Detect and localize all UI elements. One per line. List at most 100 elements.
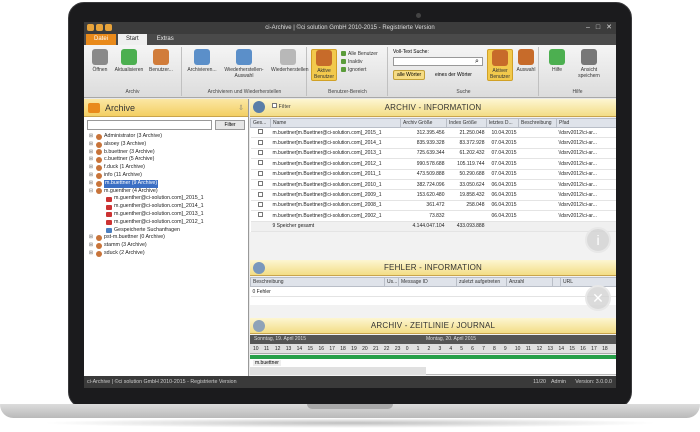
filter-inactive[interactable]: Inaktiv <box>341 58 378 66</box>
filter-checkbox[interactable] <box>272 103 277 108</box>
quick-access-toolbar[interactable] <box>87 24 112 31</box>
restore-selection-button[interactable]: Wiederherstellen-Auswahl <box>221 49 267 79</box>
row-checkbox[interactable] <box>258 160 263 166</box>
tree-user-node[interactable]: ⊞ c.buettner (5 Archive) <box>84 156 248 164</box>
expand-toggle-icon[interactable]: ⊞ <box>88 242 94 250</box>
row-checkbox[interactable] <box>258 201 263 207</box>
table-row[interactable]: m.buettner[m.Buettner@ci-solution.com]_2… <box>250 200 616 212</box>
expand-toggle-icon[interactable]: ⊞ <box>88 250 94 258</box>
tree-user-node[interactable]: ⊞ alsoey (3 Archive) <box>84 141 248 149</box>
tree-archive-node[interactable]: m.guenther@ci-solution.com]_2014_1 <box>84 203 248 211</box>
close-button[interactable]: ✕ <box>606 23 612 33</box>
expand-toggle-icon[interactable]: ⊞ <box>88 156 94 164</box>
active-user-button[interactable]: Aktiver Benutzer <box>487 49 513 81</box>
column-header[interactable]: letztes D... <box>486 118 519 128</box>
filter-toggle[interactable]: Filter <box>272 102 291 112</box>
open-button[interactable]: Öffnen <box>87 49 113 73</box>
row-checkbox[interactable] <box>258 139 263 145</box>
selection-button[interactable]: Auswahl <box>513 49 539 73</box>
expand-toggle-icon[interactable]: ⊟ <box>88 188 94 196</box>
undo-icon[interactable] <box>105 24 112 31</box>
row-checkbox[interactable] <box>258 181 263 187</box>
row-checkbox[interactable] <box>258 212 263 218</box>
table-row[interactable]: m.buettner[m.Buettner@ci-solution.com]_2… <box>250 179 616 191</box>
table-row[interactable]: m.buettner[m.Buettner@ci-solution.com]_2… <box>250 148 616 160</box>
tree-user-node[interactable]: ⊟ m.guenther (4 Archive) <box>84 188 248 196</box>
minimize-button[interactable]: – <box>586 23 590 33</box>
maximize-button[interactable]: □ <box>596 23 600 33</box>
timeline-row[interactable]: m.buettner <box>250 359 616 375</box>
column-header[interactable]: Beschreibung <box>518 118 557 128</box>
row-checkbox[interactable] <box>258 170 263 176</box>
tree-archive-node[interactable]: m.guenther@ci-solution.com]_2012_1 <box>84 219 248 227</box>
table-row[interactable]: m.buettner[m.Buettner@ci-solution.com]_2… <box>250 127 616 139</box>
chip-one-word[interactable]: eines der Wörter <box>431 70 476 80</box>
tree-user-node[interactable]: ⊞ stamm (3 Archive) <box>84 242 248 250</box>
tree-saved-search-node[interactable]: Gespeicherte Suchanfragen <box>84 227 248 235</box>
tree-user-node[interactable]: ⊞ Administrator (3 Archive) <box>84 133 248 141</box>
tree-user-node[interactable]: ⊞ info (11 Archive) <box>84 172 248 180</box>
save-view-button[interactable]: Ansicht speichern <box>572 49 606 79</box>
column-header[interactable]: Pfad <box>556 118 616 128</box>
tree-user-node[interactable]: ⊞ b.buettner (3 Archive) <box>84 149 248 157</box>
refresh-button[interactable]: Aktualisieren <box>114 49 144 73</box>
save-icon[interactable] <box>96 24 103 31</box>
table-row[interactable]: m.buettner[m.Buettner@ci-solution.com]_2… <box>250 158 616 170</box>
column-header[interactable]: Name <box>270 118 401 128</box>
tree-archive-node[interactable]: m.guenther@ci-solution.com]_2015_1 <box>84 195 248 203</box>
filter-ignored[interactable]: Ignoriert <box>341 66 378 74</box>
row-checkbox-cell[interactable] <box>250 127 271 139</box>
column-header[interactable]: Beschreibung <box>250 277 385 287</box>
tree-user-node[interactable]: ⊞ pst-m.buettner (0 Archive) <box>84 234 248 242</box>
active-users-button[interactable]: Aktive Benutzer <box>311 49 337 81</box>
column-header[interactable]: Anzahl <box>506 277 553 287</box>
row-checkbox[interactable] <box>258 149 263 155</box>
tab-datei[interactable]: Datei <box>86 34 117 45</box>
column-header[interactable]: Message ID <box>398 277 457 287</box>
restore-button[interactable]: Wiederherstellen <box>271 49 309 73</box>
expand-toggle-icon[interactable]: ⊞ <box>88 133 94 141</box>
column-header[interactable]: Us... <box>384 277 399 287</box>
tree-user-node[interactable]: ⊞ f.duck (1 Archive) <box>84 164 248 172</box>
tab-extras[interactable]: Extras <box>149 34 182 45</box>
row-checkbox-cell[interactable] <box>250 169 271 180</box>
tree-user-node[interactable]: ⊞ sduck (2 Archive) <box>84 250 248 258</box>
column-header[interactable]: URL <box>560 277 616 287</box>
table-row[interactable]: m.buettner[m.Buettner@ci-solution.com]_2… <box>250 169 616 180</box>
pin-icon[interactable]: ⇩ <box>238 104 244 112</box>
table-row[interactable]: m.buettner[m.Buettner@ci-solution.com]_2… <box>250 210 616 222</box>
timeline-day-bar[interactable]: Sonntag, 19. April 2015 Montag, 20. Apri… <box>250 335 616 344</box>
users-button[interactable]: Benutzer... <box>148 49 174 73</box>
expand-toggle-icon[interactable]: ⊞ <box>88 149 94 157</box>
column-header[interactable] <box>552 277 561 287</box>
tree-filter-button[interactable]: Filter <box>215 120 245 130</box>
tree-filter-input[interactable] <box>87 120 212 130</box>
table-row[interactable]: m.buettner[m.Buettner@ci-solution.com]_2… <box>250 189 616 201</box>
row-checkbox-cell[interactable] <box>250 189 271 201</box>
tab-start[interactable]: Start <box>118 34 147 45</box>
expand-toggle-icon[interactable]: ⊞ <box>88 164 94 172</box>
help-button[interactable]: Hilfe <box>544 49 570 73</box>
row-checkbox[interactable] <box>258 191 263 197</box>
column-header[interactable]: Archiv Größe <box>400 118 447 128</box>
search-icon[interactable]: ⌕ <box>475 57 479 66</box>
filter-all-users[interactable]: Alle Benutzer <box>341 50 378 58</box>
expand-toggle-icon[interactable]: ⊞ <box>88 180 94 188</box>
column-header[interactable]: Index Größe <box>446 118 487 128</box>
tree-user-node[interactable]: ⊞ m.buettner (9 Archive) <box>84 179 248 188</box>
expand-toggle-icon[interactable]: ⊞ <box>88 141 94 149</box>
row-checkbox-cell[interactable] <box>250 137 271 149</box>
row-checkbox[interactable] <box>258 129 263 135</box>
column-header[interactable]: Ges... <box>250 118 271 128</box>
archive-button[interactable]: Archivieren... <box>187 49 217 73</box>
fulltext-search-input[interactable] <box>393 57 483 66</box>
column-header[interactable]: zuletzt aufgetreten <box>456 277 507 287</box>
expand-toggle-icon[interactable]: ⊞ <box>88 234 94 242</box>
row-checkbox-cell[interactable] <box>250 200 271 212</box>
tree-archive-node[interactable]: m.guenther@ci-solution.com]_2013_1 <box>84 211 248 219</box>
row-checkbox-cell[interactable] <box>250 158 271 170</box>
expand-toggle-icon[interactable]: ⊞ <box>88 172 94 180</box>
chip-all-words[interactable]: alle Wörter <box>393 70 426 80</box>
row-checkbox-cell[interactable] <box>250 148 271 160</box>
row-checkbox-cell[interactable] <box>250 210 271 222</box>
